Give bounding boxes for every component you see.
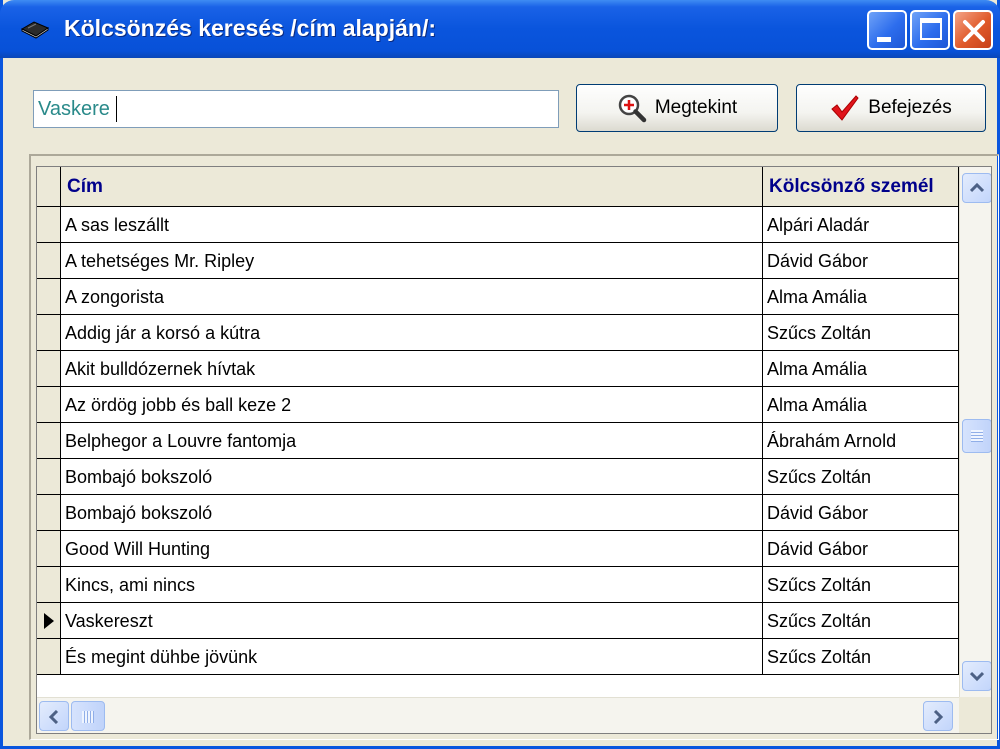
column-header-title[interactable]: Cím bbox=[61, 167, 763, 207]
row-indicator-cell[interactable] bbox=[37, 207, 61, 243]
cell-title[interactable]: Bombajó bokszoló bbox=[61, 495, 763, 531]
cell-person[interactable]: Szűcs Zoltán bbox=[763, 567, 959, 603]
chevron-right-icon bbox=[933, 710, 944, 724]
grip-icon bbox=[971, 430, 983, 442]
row-indicator-cell[interactable] bbox=[37, 459, 61, 495]
table-row[interactable]: És megint dühbe jövünk Szűcs Zoltán bbox=[37, 639, 959, 675]
cell-title[interactable]: Addig jár a korsó a kútra bbox=[61, 315, 763, 351]
magnifier-icon bbox=[618, 94, 647, 123]
finish-button[interactable]: Befejezés bbox=[796, 84, 986, 132]
scroll-down-button[interactable] bbox=[962, 661, 991, 691]
horizontal-scroll-thumb[interactable] bbox=[71, 701, 105, 731]
row-indicator-cell[interactable] bbox=[37, 315, 61, 351]
cell-person[interactable]: Szűcs Zoltán bbox=[763, 603, 959, 639]
book-icon bbox=[20, 18, 50, 40]
row-indicator-cell[interactable] bbox=[37, 639, 61, 675]
minimize-button[interactable] bbox=[867, 10, 907, 50]
row-indicator-cell[interactable] bbox=[37, 351, 61, 387]
column-header-person[interactable]: Kölcsönző személ bbox=[763, 167, 959, 207]
results-grid[interactable]: Cím Kölcsönző személ A sas leszállt Alpár… bbox=[36, 166, 992, 734]
cell-title[interactable]: És megint dühbe jövünk bbox=[61, 639, 763, 675]
table-row[interactable]: Kincs, ami nincs Szűcs Zoltán bbox=[37, 567, 959, 603]
cell-person[interactable]: Szűcs Zoltán bbox=[763, 639, 959, 675]
row-indicator-cell[interactable] bbox=[37, 603, 61, 639]
title-bar[interactable]: Kölcsönzés keresés /cím alapján/: bbox=[0, 0, 1000, 58]
cell-title[interactable]: Good Will Hunting bbox=[61, 531, 763, 567]
table-row[interactable]: A tehetséges Mr. Ripley Dávid Gábor bbox=[37, 243, 959, 279]
view-button-label: Megtekint bbox=[654, 97, 738, 118]
table-row[interactable]: Good Will Hunting Dávid Gábor bbox=[37, 531, 959, 567]
row-indicator-cell[interactable] bbox=[37, 423, 61, 459]
cell-title[interactable]: Belphegor a Louvre fantomja bbox=[61, 423, 763, 459]
cell-title[interactable]: Akit bulldózernek hívtak bbox=[61, 351, 763, 387]
table-row[interactable]: Bombajó bokszoló Szűcs Zoltán bbox=[37, 459, 959, 495]
table-row[interactable]: Akit bulldózernek hívtak Alma Amália bbox=[37, 351, 959, 387]
cell-title[interactable]: A zongorista bbox=[61, 279, 763, 315]
close-icon bbox=[963, 20, 985, 42]
cell-person[interactable]: Szűcs Zoltán bbox=[763, 315, 959, 351]
grip-icon bbox=[82, 711, 94, 723]
text-caret bbox=[116, 96, 117, 122]
maximize-icon bbox=[920, 18, 942, 40]
table-row[interactable]: Belphegor a Louvre fantomja Ábrahám Arnol… bbox=[37, 423, 959, 459]
cell-title[interactable]: A tehetséges Mr. Ripley bbox=[61, 243, 763, 279]
close-button[interactable] bbox=[953, 10, 993, 50]
cell-person[interactable]: Dávid Gábor bbox=[763, 495, 959, 531]
scroll-right-button[interactable] bbox=[923, 701, 953, 731]
row-indicator-cell[interactable] bbox=[37, 531, 61, 567]
cell-person[interactable]: Szűcs Zoltán bbox=[763, 459, 959, 495]
table-row[interactable]: Az ördög jobb és ball keze 2 Alma Amália bbox=[37, 387, 959, 423]
table-row[interactable]: Bombajó bokszoló Dávid Gábor bbox=[37, 495, 959, 531]
header-indicator-cell bbox=[37, 167, 61, 207]
maximize-button[interactable] bbox=[910, 10, 950, 50]
row-indicator-cell[interactable] bbox=[37, 243, 61, 279]
table-row[interactable]: A zongorista Alma Amália bbox=[37, 279, 959, 315]
chevron-down-icon bbox=[970, 671, 984, 682]
view-button[interactable]: Megtekint bbox=[576, 84, 778, 132]
row-indicator-cell[interactable] bbox=[37, 567, 61, 603]
row-indicator-cell[interactable] bbox=[37, 387, 61, 423]
vertical-scrollbar[interactable] bbox=[959, 167, 991, 697]
row-indicator-cell[interactable] bbox=[37, 279, 61, 315]
horizontal-scrollbar[interactable] bbox=[37, 697, 959, 733]
cell-person[interactable]: Dávid Gábor bbox=[763, 243, 959, 279]
chevron-up-icon bbox=[970, 182, 984, 193]
vertical-scroll-thumb[interactable] bbox=[962, 419, 991, 453]
cell-title[interactable]: Bombajó bokszoló bbox=[61, 459, 763, 495]
scroll-up-button[interactable] bbox=[962, 173, 991, 203]
finish-button-label: Befejezés bbox=[868, 97, 952, 118]
scrollbar-corner bbox=[959, 697, 991, 733]
triangle-right-icon bbox=[44, 613, 54, 629]
cell-title[interactable]: Kincs, ami nincs bbox=[61, 567, 763, 603]
cell-person[interactable]: Alma Amália bbox=[763, 279, 959, 315]
chevron-left-icon bbox=[48, 710, 59, 724]
cell-title[interactable]: A sas leszállt bbox=[61, 207, 763, 243]
cell-person[interactable]: Ábrahám Arnold bbox=[763, 423, 959, 459]
window-title: Kölcsönzés keresés /cím alapján/: bbox=[64, 15, 437, 41]
checkmark-icon bbox=[831, 95, 859, 121]
cell-person[interactable]: Dávid Gábor bbox=[763, 531, 959, 567]
table-row[interactable]: Addig jár a korsó a kútra Szűcs Zoltán bbox=[37, 315, 959, 351]
search-input[interactable] bbox=[33, 90, 559, 128]
cell-title[interactable]: Vaskereszt bbox=[61, 603, 763, 639]
table-row[interactable]: Vaskereszt Szűcs Zoltán bbox=[37, 603, 959, 639]
cell-person[interactable]: Alma Amália bbox=[763, 387, 959, 423]
scroll-left-button[interactable] bbox=[39, 701, 69, 731]
cell-person[interactable]: Alpári Aladár bbox=[763, 207, 959, 243]
app-window: Kölcsönzés keresés /cím alapján/: Megtek… bbox=[0, 0, 1000, 749]
cell-title[interactable]: Az ördög jobb és ball keze 2 bbox=[61, 387, 763, 423]
table-row[interactable]: A sas leszállt Alpári Aladár bbox=[37, 207, 959, 243]
cell-person[interactable]: Alma Amália bbox=[763, 351, 959, 387]
minimize-icon bbox=[877, 37, 891, 42]
row-indicator-cell[interactable] bbox=[37, 495, 61, 531]
